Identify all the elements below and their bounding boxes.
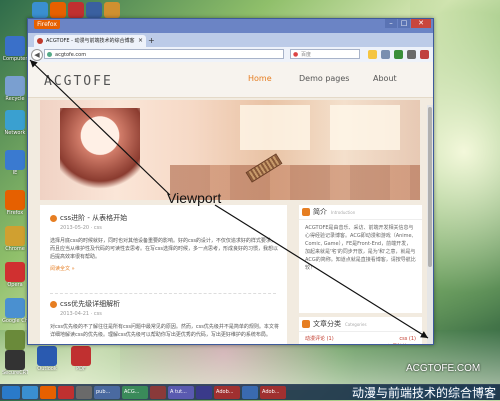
viewport-annotation-label: Viewport <box>167 190 222 206</box>
taskbar-item[interactable]: ACG... <box>122 385 148 399</box>
viewport-diagonal-arrows <box>29 59 429 339</box>
taskbar-item[interactable]: Adob... <box>214 385 240 399</box>
taskbar-item[interactable]: Adob... <box>260 385 286 399</box>
taskbar-item[interactable] <box>196 385 212 399</box>
start-button[interactable] <box>2 385 20 399</box>
watermark-tagline: 动漫与前端技术的综合博客 <box>352 386 497 400</box>
taskbar-item[interactable] <box>76 385 92 399</box>
taskbar-item[interactable]: A tut... <box>168 385 194 399</box>
taskbar-item[interactable] <box>40 385 56 399</box>
taskbar-item[interactable] <box>150 385 166 399</box>
taskbar-item[interactable] <box>22 385 38 399</box>
taskbar-item[interactable] <box>58 385 74 399</box>
taskbar-item[interactable]: pub... <box>94 385 120 399</box>
watermark-url: ACGTOFE.COM <box>406 363 481 374</box>
taskbar-item[interactable] <box>242 385 258 399</box>
